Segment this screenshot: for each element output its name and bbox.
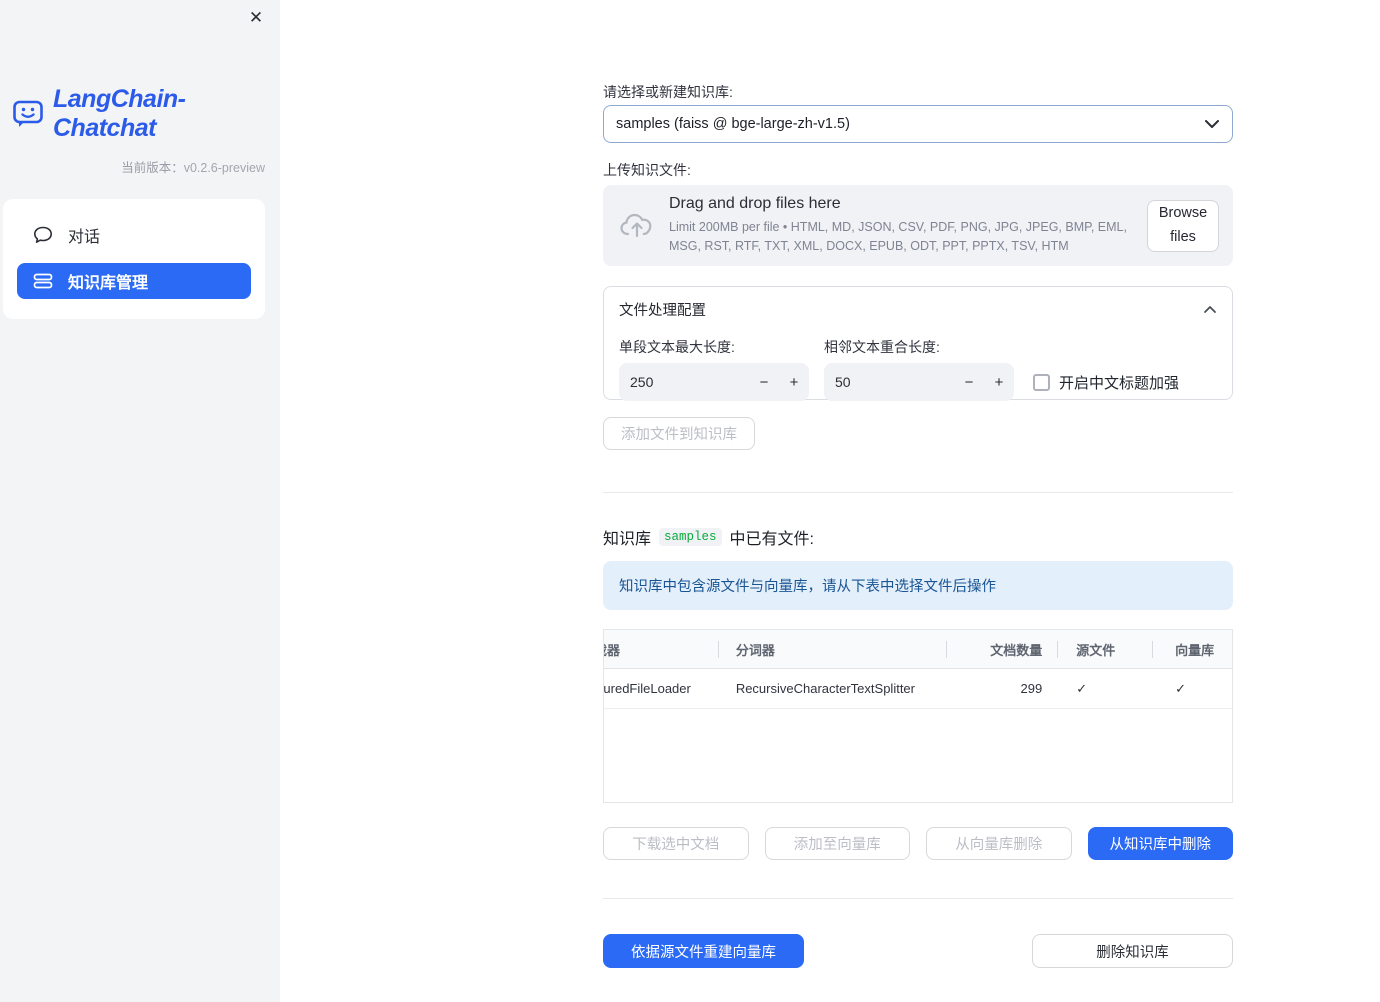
stacked-list-icon: [33, 272, 53, 290]
cell-splitter: RecursiveCharacterTextSplitter: [735, 681, 915, 696]
cloud-upload-icon: [619, 210, 655, 242]
overlap-size-increment-button[interactable]: +: [984, 363, 1014, 401]
chunk-size-input[interactable]: 250: [619, 374, 749, 390]
dropzone-texts: Drag and drop files here Limit 200MB per…: [669, 195, 1137, 257]
browse-files-button[interactable]: Browse files: [1147, 199, 1219, 252]
kb-files-table[interactable]: 文档加载器 分词器 文档数量 源文件 向量库 UnstructuredFileL…: [603, 629, 1233, 803]
upload-label: 上传知识文件:: [603, 162, 691, 178]
kb-files-heading: 知识库 samples 中已有文件:: [603, 527, 1233, 548]
delete-from-kb-button[interactable]: 从知识库中删除: [1087, 827, 1233, 860]
divider: [603, 492, 1233, 493]
col-header-loader[interactable]: 文档加载器: [604, 630, 718, 668]
kb-files-suffix: 中已有文件:: [729, 531, 814, 548]
sidebar-item-dialogue[interactable]: 对话: [17, 217, 251, 253]
overlap-size-label: 相邻文本重合长度:: [824, 339, 940, 355]
col-header-doc-count[interactable]: 文档数量: [946, 630, 1057, 668]
zh-title-enhance-field: 开启中文标题加强: [1033, 363, 1179, 401]
sidebar-menu: 对话 知识库管理: [3, 199, 265, 319]
brand-name: LangChain-Chatchat: [53, 85, 186, 142]
sidebar: ✕ LangChain-Chatchat 当前版本：v0.2.6-preview: [0, 0, 280, 1002]
delete-from-vector-store-button[interactable]: 从向量库删除: [926, 827, 1072, 860]
cell-source-check: ✓: [1076, 680, 1088, 696]
info-banner-text: 知识库中包含源文件与向量库，请从下表中选择文件后操作: [619, 579, 996, 595]
cell-doc-count: 299: [1020, 681, 1043, 696]
download-selected-button[interactable]: 下载选中文档: [603, 827, 749, 860]
cell-loader-text: UnstructuredFileLoader: [604, 681, 691, 696]
chunk-size-field: 单段文本最大长度: 250 − +: [619, 337, 809, 401]
chat-smiley-logo-icon: [12, 99, 45, 129]
cell-vector-check: ✓: [1175, 680, 1187, 696]
add-files-to-kb-button[interactable]: 添加文件到知识库: [603, 417, 755, 450]
chat-bubble-icon: [33, 226, 53, 244]
expander-title: 文件处理配置: [619, 303, 706, 319]
chunk-size-stepper: 250 − +: [619, 363, 809, 401]
chevron-down-icon: [1204, 119, 1220, 129]
brand-logo: LangChain-Chatchat: [12, 85, 280, 143]
expander-header[interactable]: 文件处理配置: [619, 299, 1217, 320]
sidebar-item-knowledge-base[interactable]: 知识库管理: [17, 263, 251, 299]
overlap-size-decrement-button[interactable]: −: [954, 363, 984, 401]
kb-selected-value: samples (faiss @ bge-large-zh-v1.5): [616, 116, 850, 132]
chunk-size-label: 单段文本最大长度:: [619, 339, 735, 355]
zh-title-enhance-label: 开启中文标题加强: [1059, 374, 1180, 392]
sidebar-item-label: 对话: [68, 229, 101, 246]
chevron-up-icon: [1203, 305, 1217, 314]
kb-name-code-chip: samples: [659, 528, 722, 546]
file-action-buttons: 下载选中文档 添加至向量库 从向量库删除 从知识库中删除: [603, 827, 1233, 860]
version-text: 当前版本：v0.2.6-preview: [0, 157, 280, 176]
app-root: ✕ LangChain-Chatchat 当前版本：v0.2.6-preview: [0, 0, 1380, 1002]
delete-kb-button[interactable]: 删除知识库: [1032, 934, 1233, 968]
version-value: v0.2.6-preview: [183, 161, 265, 175]
kb-select-label: 请选择或新建知识库:: [603, 84, 733, 100]
file-dropzone[interactable]: Drag and drop files here Limit 200MB per…: [603, 185, 1233, 266]
chunk-size-decrement-button[interactable]: −: [749, 363, 779, 401]
table-row[interactable]: UnstructuredFileLoader RecursiveCharacte…: [604, 669, 1232, 709]
overlap-size-stepper: 50 − +: [824, 363, 1014, 401]
sidebar-item-label: 知识库管理: [68, 275, 149, 292]
dropzone-title: Drag and drop files here: [669, 194, 841, 212]
sidebar-close-button[interactable]: ✕: [244, 6, 268, 30]
file-config-expander: 文件处理配置 单段文本最大长度: 250 − + 相邻文本重合长度: 50 − …: [603, 286, 1233, 401]
zh-title-enhance-checkbox[interactable]: [1033, 373, 1050, 391]
kb-selectbox[interactable]: samples (faiss @ bge-large-zh-v1.5): [603, 105, 1233, 143]
overlap-size-field: 相邻文本重合长度: 50 − +: [824, 337, 1014, 401]
dropzone-limit-text: Limit 200MB per file • HTML, MD, JSON, C…: [669, 219, 1127, 253]
add-to-vector-store-button[interactable]: 添加至向量库: [764, 827, 910, 860]
chunk-size-increment-button[interactable]: +: [779, 363, 809, 401]
main-content: 请选择或新建知识库: samples (faiss @ bge-large-zh…: [603, 0, 1233, 968]
info-banner: 知识库中包含源文件与向量库，请从下表中选择文件后操作: [603, 561, 1233, 610]
overlap-size-input[interactable]: 50: [824, 374, 954, 390]
expander-body: 单段文本最大长度: 250 − + 相邻文本重合长度: 50 − + 开启中文标…: [619, 337, 1217, 401]
version-label: 当前版本：: [121, 161, 184, 175]
divider: [603, 898, 1233, 899]
table-header-row: 文档加载器 分词器 文档数量 源文件 向量库: [604, 630, 1232, 669]
col-header-loader-text: 文档加载器: [604, 642, 621, 658]
col-header-source-file[interactable]: 源文件: [1057, 630, 1152, 668]
cell-loader: UnstructuredFileLoader: [604, 669, 718, 708]
kb-level-buttons: 依据源文件重建向量库 删除知识库: [603, 934, 1233, 968]
col-header-splitter[interactable]: 分词器: [717, 630, 947, 668]
kb-files-prefix: 知识库: [603, 531, 652, 548]
col-header-vector-store[interactable]: 向量库: [1152, 630, 1232, 668]
rebuild-vector-store-button[interactable]: 依据源文件重建向量库: [603, 934, 804, 968]
